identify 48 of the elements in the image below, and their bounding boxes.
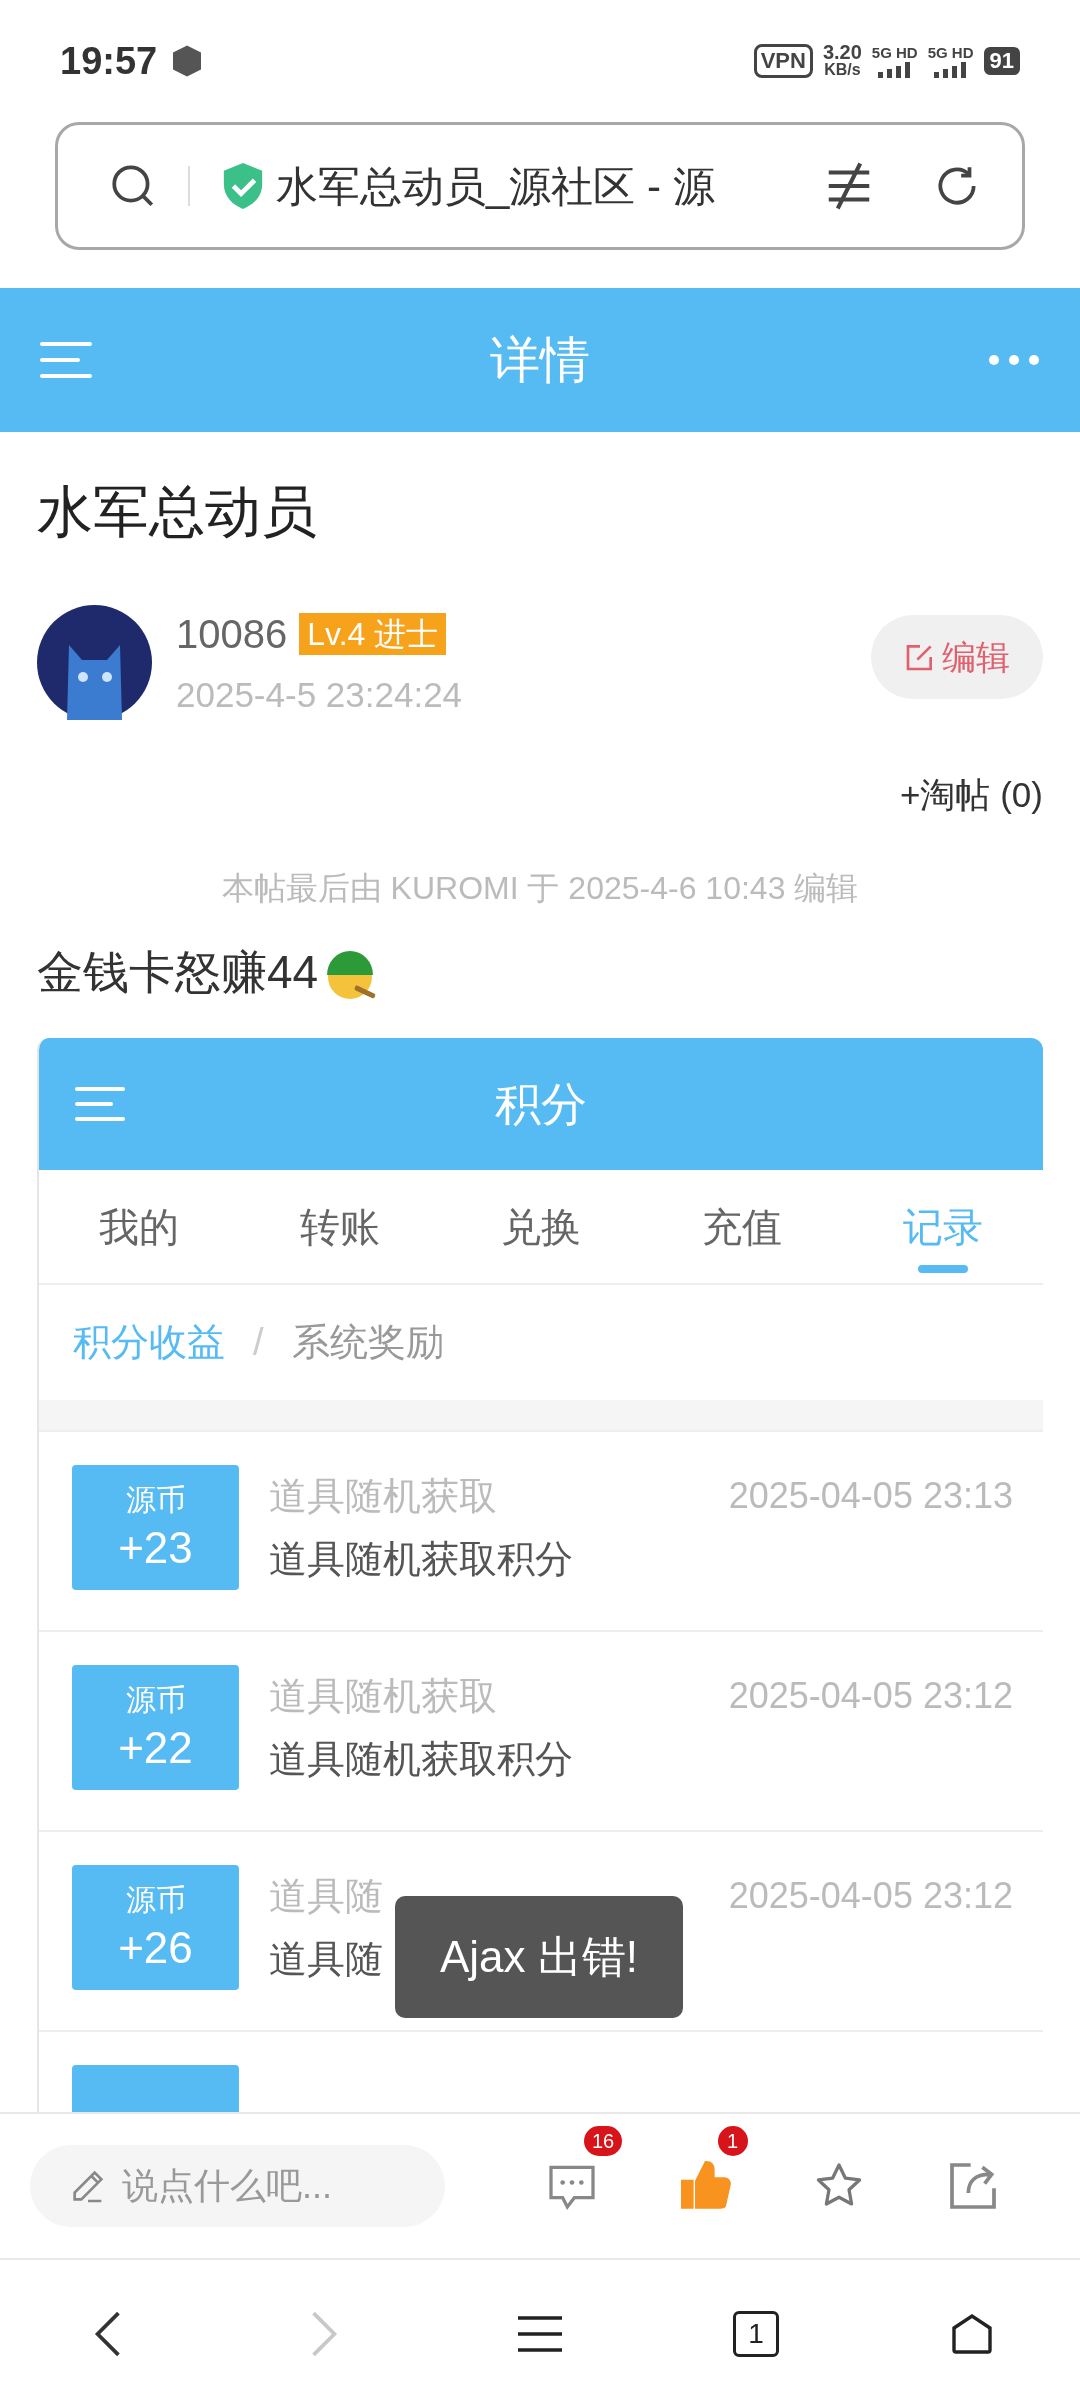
currency-name: 源币	[125, 1481, 186, 1518]
collect-link[interactable]: +淘帖 (0)	[900, 768, 1043, 822]
speed-unit: KB/s	[824, 61, 861, 79]
tab[interactable]: 兑换	[440, 1170, 642, 1283]
record-time: 2025-04-05 23:13	[728, 1474, 1013, 1518]
network-speed: 3.20	[822, 43, 862, 61]
amount: +23	[118, 1521, 193, 1574]
record-description: 道具随机获取积分	[269, 1537, 573, 1582]
tab[interactable]: 我的	[39, 1170, 240, 1283]
menu-icon[interactable]	[516, 2314, 564, 2354]
like-count-badge: 1	[717, 2126, 748, 2156]
record-title: 道具随机获取	[269, 1473, 497, 1519]
author-name: 10086	[176, 611, 288, 658]
comment-count-badge: 16	[583, 2126, 623, 2156]
address-bar[interactable]: 水军总动员_源社区 - 源	[55, 122, 1025, 250]
tab[interactable]: 转账	[239, 1170, 441, 1283]
level-badge: Lv.4 进士	[299, 613, 447, 655]
edit-button[interactable]: 编辑	[871, 615, 1043, 699]
tab[interactable]: 充值	[641, 1170, 843, 1283]
currency-name: 源币	[125, 1881, 186, 1918]
toast-message: Ajax 出错!	[395, 1896, 683, 2018]
network-type: 5G HD	[871, 44, 918, 62]
record-time: 2025-04-05 23:12	[728, 1874, 1013, 1918]
record-time: 2025-04-05 23:12	[728, 1674, 1013, 1718]
record-title: 道具随机获取	[269, 1673, 497, 1719]
network-type: 5G HD	[927, 44, 974, 62]
embedded-title: 积分	[495, 1077, 587, 1130]
menu-icon	[75, 1085, 125, 1123]
post-title: 水军总动员	[37, 479, 317, 545]
currency-name: 源币	[125, 1681, 186, 1718]
comment-placeholder: 说点什么吧...	[122, 2164, 332, 2208]
record-description: 道具随机获取积分	[269, 1737, 573, 1782]
vpn-indicator: VPN	[753, 44, 813, 78]
record-title: 道具随	[269, 1873, 383, 1919]
edit-note: 本帖最后由 KUROMI 于 2025-4-6 10:43 编辑	[221, 868, 859, 908]
tab-count-button[interactable]: 1	[733, 2311, 779, 2357]
post-content: 金钱卡怒赚44	[37, 945, 319, 1000]
page-title: 水军总动员_源社区 - 源	[276, 161, 715, 212]
record-description: 道具随	[269, 1937, 383, 1982]
amount: +26	[118, 1921, 193, 1974]
breadcrumb-separator: /	[253, 1320, 264, 1365]
signal-icon	[877, 62, 912, 78]
post-date: 2025-4-5 23:24:24	[176, 674, 463, 716]
signal-icon	[933, 62, 968, 78]
amount: +22	[118, 1721, 193, 1774]
battery-indicator: 91	[983, 47, 1020, 75]
clock-time: 19:57	[60, 38, 158, 84]
header-title: 详情	[490, 330, 590, 390]
